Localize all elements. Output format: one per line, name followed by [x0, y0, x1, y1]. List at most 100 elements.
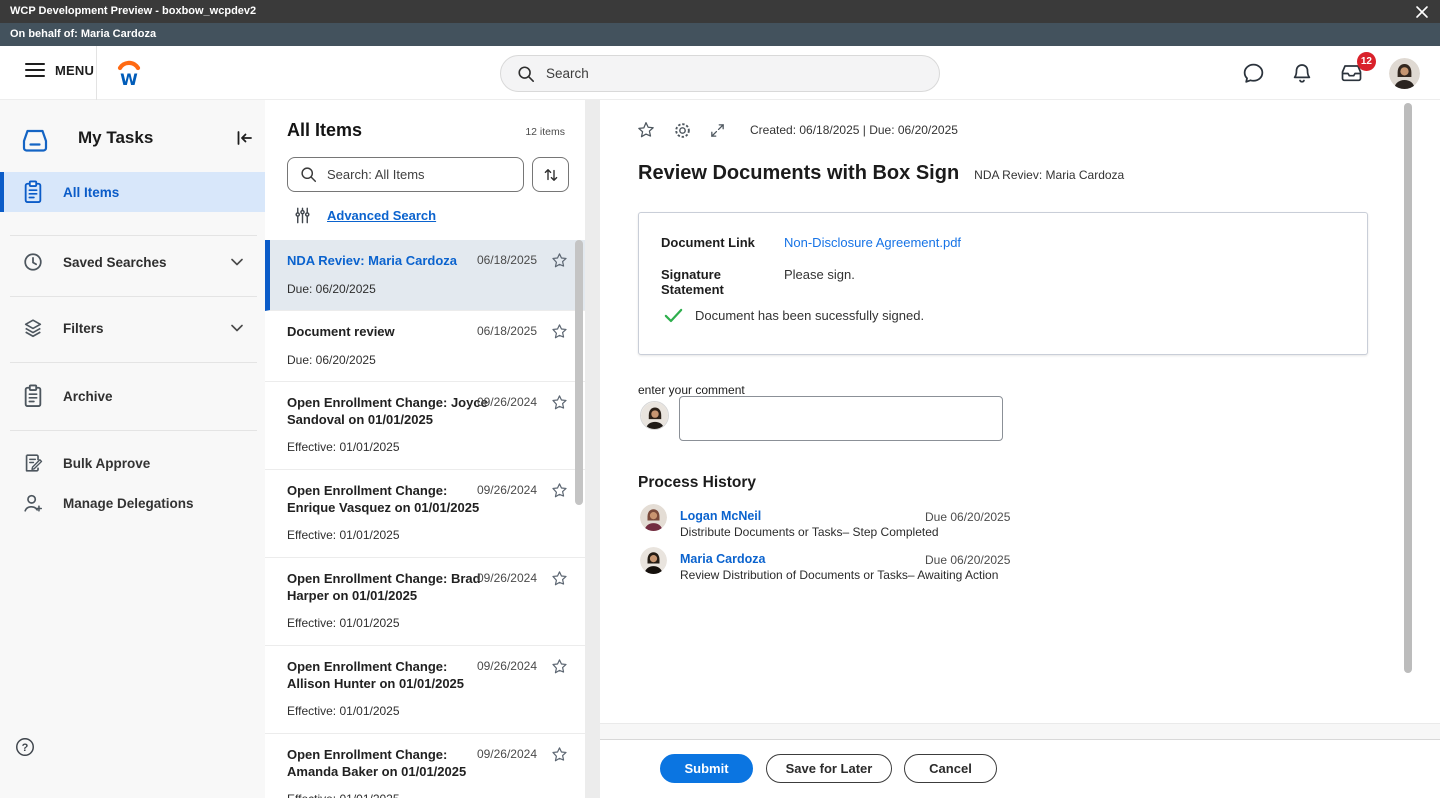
task-date: 09/26/2024: [477, 483, 537, 497]
sidebar-divider: [10, 235, 257, 236]
field-label: Signature Statement: [661, 267, 784, 297]
sidebar-header: My Tasks: [18, 120, 253, 156]
signed-status-row: Document has been sucessfully signed.: [663, 307, 924, 324]
task-date: 09/26/2024: [477, 395, 537, 409]
list-title: All Items: [287, 120, 362, 141]
history-person-link[interactable]: Logan McNeil: [680, 509, 761, 523]
list-search-box[interactable]: [287, 157, 524, 192]
chevron-down-icon: [231, 258, 243, 266]
task-list: NDA Reviev: Maria Cardoza 06/18/2025 Due…: [265, 240, 585, 798]
created-due-meta: Created: 06/18/2025 | Due: 06/20/2025: [750, 123, 958, 137]
workday-logo[interactable]: W: [115, 58, 143, 88]
star-icon[interactable]: [550, 745, 569, 764]
task-date: 06/18/2025: [477, 253, 537, 267]
favorite-star-icon[interactable]: [636, 120, 656, 140]
task-subtext: Due: 06/20/2025: [287, 353, 571, 380]
document-card: Document Link Non-Disclosure Agreement.p…: [638, 212, 1368, 355]
clock-icon: [22, 251, 44, 273]
document-link[interactable]: Non-Disclosure Agreement.pdf: [784, 235, 961, 250]
sidebar-item-manage-delegations[interactable]: Manage Delegations: [0, 484, 265, 522]
task-title: Document review: [287, 324, 489, 341]
detail-scrollbar[interactable]: [1404, 103, 1412, 673]
expand-icon[interactable]: [709, 122, 726, 139]
menu-label: MENU: [55, 63, 94, 78]
signed-status-text: Document has been sucessfully signed.: [695, 308, 924, 323]
my-tasks-sidebar: My Tasks All Items Saved Searches: [0, 100, 265, 798]
sliders-icon: [293, 206, 312, 225]
sidebar-divider: [10, 296, 257, 297]
star-icon[interactable]: [550, 393, 569, 412]
sidebar-item-saved-searches[interactable]: Saved Searches: [0, 242, 265, 282]
advanced-search-link[interactable]: Advanced Search: [293, 206, 436, 225]
task-title: Open Enrollment Change: Enrique Vasquez …: [287, 483, 489, 516]
sidebar-item-label: Archive: [63, 389, 113, 404]
gear-icon[interactable]: [673, 121, 692, 140]
comment-label: enter your comment: [638, 383, 745, 397]
collapse-panel-icon[interactable]: [236, 130, 253, 146]
svg-text:W: W: [120, 70, 138, 88]
header-divider: [96, 46, 97, 100]
sidebar-item-label: Saved Searches: [63, 255, 167, 270]
sidebar-divider: [10, 430, 257, 431]
commenter-avatar: [640, 401, 669, 430]
list-search-input[interactable]: [327, 167, 523, 182]
field-label: Document Link: [661, 235, 784, 250]
sidebar-item-all-items[interactable]: All Items: [0, 172, 265, 212]
cancel-button[interactable]: Cancel: [904, 754, 997, 783]
save-for-later-button[interactable]: Save for Later: [766, 754, 892, 783]
task-list-item[interactable]: Document review 06/18/2025 Due: 06/20/20…: [265, 311, 585, 382]
star-icon[interactable]: [550, 657, 569, 676]
menu-button[interactable]: MENU: [25, 62, 94, 78]
task-subtext: Effective: 01/01/2025: [287, 704, 571, 731]
task-list-item[interactable]: Open Enrollment Change: Enrique Vasquez …: [265, 470, 585, 558]
task-list-item[interactable]: NDA Reviev: Maria Cardoza 06/18/2025 Due…: [265, 240, 585, 311]
sidebar-item-filters[interactable]: Filters: [0, 308, 265, 348]
task-title: Open Enrollment Change: Amanda Baker on …: [287, 747, 489, 780]
star-icon[interactable]: [550, 322, 569, 341]
search-icon: [517, 65, 535, 83]
profile-avatar[interactable]: [1389, 58, 1420, 89]
layers-icon: [22, 317, 44, 339]
history-avatar: [640, 547, 667, 574]
task-list-item[interactable]: Open Enrollment Change: Allison Hunter o…: [265, 646, 585, 734]
task-title: NDA Reviev: Maria Cardoza: [287, 253, 489, 270]
task-date: 09/26/2024: [477, 747, 537, 761]
search-icon: [300, 166, 317, 183]
star-icon[interactable]: [550, 251, 569, 270]
detail-title-row: Review Documents with Box Sign NDA Revie…: [638, 162, 1124, 185]
list-scrollbar[interactable]: [575, 240, 583, 505]
star-icon[interactable]: [550, 481, 569, 500]
task-subtext: Effective: 01/01/2025: [287, 528, 571, 555]
task-title: Open Enrollment Change: Joyce Sandoval o…: [287, 395, 489, 428]
task-title: Open Enrollment Change: Brad Harper on 0…: [287, 571, 489, 604]
task-detail-content: Created: 06/18/2025 | Due: 06/20/2025 Re…: [600, 100, 1440, 723]
field-value: Please sign.: [784, 267, 855, 297]
sort-button[interactable]: [532, 157, 569, 192]
task-list-item[interactable]: Open Enrollment Change: Brad Harper on 0…: [265, 558, 585, 646]
tray-count-badge: 12: [1357, 52, 1376, 71]
search-input[interactable]: [546, 66, 939, 81]
close-icon[interactable]: [1414, 4, 1430, 20]
help-icon[interactable]: ?: [14, 736, 36, 758]
history-step: Review Distribution of Documents or Task…: [680, 568, 998, 582]
sidebar-item-label: Filters: [63, 321, 104, 336]
task-list-item[interactable]: Open Enrollment Change: Amanda Baker on …: [265, 734, 585, 798]
sidebar-item-archive[interactable]: Archive: [0, 376, 265, 416]
hamburger-icon: [25, 62, 45, 78]
chat-icon[interactable]: [1241, 61, 1266, 86]
notifications-bell-icon[interactable]: [1290, 61, 1314, 86]
my-tasks-tray-icon[interactable]: 12: [1338, 60, 1365, 86]
task-list-panel: All Items 12 items Advanced Search NDA R…: [265, 100, 585, 798]
sidebar-item-bulk-approve[interactable]: Bulk Approve: [0, 444, 265, 482]
global-search[interactable]: [500, 55, 940, 92]
comment-input[interactable]: [679, 396, 1003, 441]
sidebar-item-label: Bulk Approve: [63, 456, 150, 471]
document-pen-icon: [22, 452, 44, 474]
environment-title: WCP Development Preview - boxbow_wcpdev2: [10, 5, 256, 17]
star-icon[interactable]: [550, 569, 569, 588]
history-person-link[interactable]: Maria Cardoza: [680, 552, 765, 566]
history-avatar: [640, 504, 667, 531]
submit-button[interactable]: Submit: [660, 754, 753, 783]
environment-banner: WCP Development Preview - boxbow_wcpdev2: [0, 0, 1440, 23]
task-list-item[interactable]: Open Enrollment Change: Joyce Sandoval o…: [265, 382, 585, 470]
